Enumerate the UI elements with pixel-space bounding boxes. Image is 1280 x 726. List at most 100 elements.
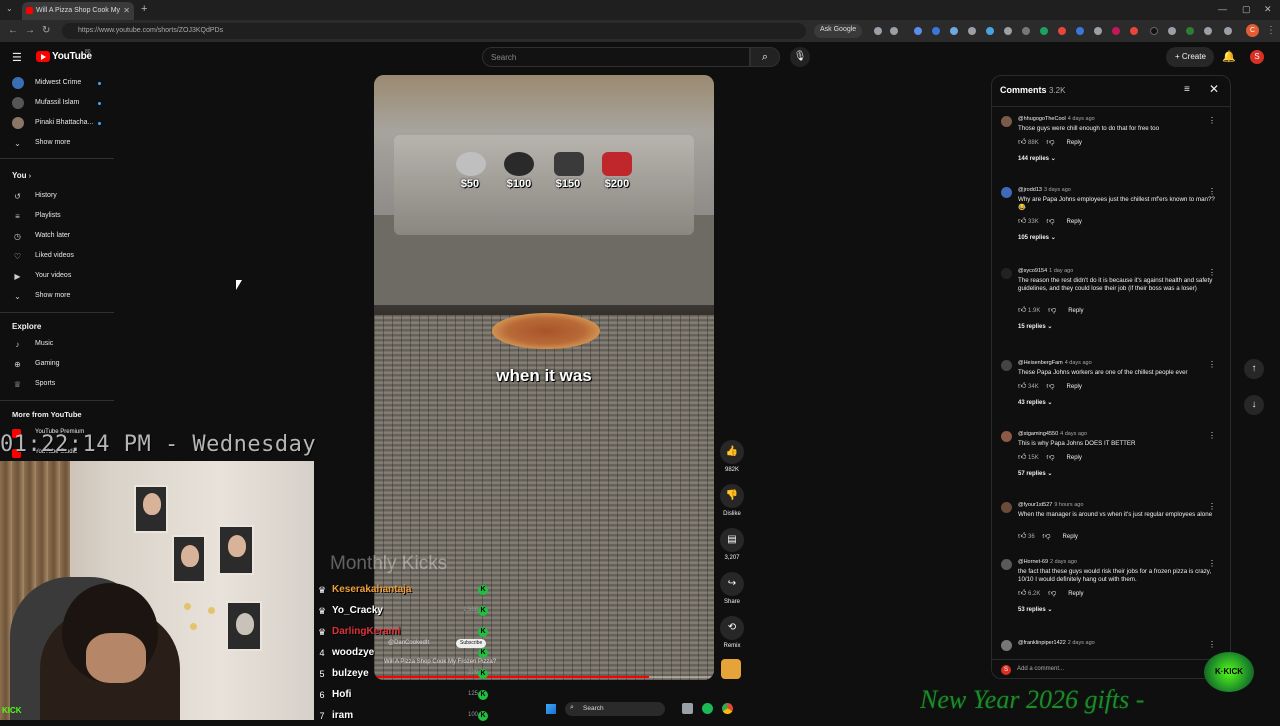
comment-author[interactable]: @syco9154 <box>1018 268 1047 274</box>
comment-author[interactable]: @stgaming4550 <box>1018 431 1058 437</box>
comment-icon[interactable]: ▤ <box>720 528 744 552</box>
chrome-icon[interactable] <box>722 703 733 714</box>
extension-icon[interactable] <box>1022 27 1030 35</box>
view-replies-button[interactable]: 57 replies ⌄ <box>1018 470 1052 477</box>
ask-google-button[interactable]: Ask Google <box>814 24 863 38</box>
spotify-icon[interactable] <box>702 703 713 714</box>
thumbs-up-icon[interactable]: 👍︎ <box>1018 137 1026 146</box>
reload-icon[interactable]: ↻ <box>42 25 50 36</box>
search-button[interactable]: ⌕ <box>750 47 780 67</box>
view-replies-button[interactable]: 15 replies ⌄ <box>1018 323 1052 330</box>
avatar[interactable] <box>1001 502 1012 513</box>
thumbs-down-icon[interactable]: 👎︎ <box>1046 452 1054 461</box>
search-input[interactable]: Search <box>482 47 750 67</box>
share-icon[interactable]: ↪ <box>720 572 744 596</box>
bookmark-star-icon[interactable] <box>890 27 898 35</box>
thumbs-down-icon[interactable]: 👎 <box>720 484 744 508</box>
minimize-icon[interactable]: — <box>1218 4 1227 14</box>
extensions-puzzle-icon[interactable] <box>1204 27 1212 35</box>
extension-icon[interactable] <box>1168 27 1176 35</box>
thumbs-up-icon[interactable]: 👍 <box>720 440 744 464</box>
remix-icon[interactable]: ⟲ <box>720 616 744 640</box>
thumbs-down-icon[interactable]: 👎︎ <box>1046 381 1054 390</box>
extension-icon[interactable] <box>1112 27 1120 35</box>
thumbs-up-icon[interactable]: 👍︎ <box>1018 588 1026 597</box>
remix-action[interactable]: ⟲ Remix <box>720 616 744 649</box>
close-window-icon[interactable]: ✕ <box>1264 4 1272 15</box>
notifications-bell-icon[interactable]: 🔔 <box>1222 50 1236 63</box>
maximize-icon[interactable]: ▢ <box>1242 4 1251 15</box>
downloads-icon[interactable] <box>1224 27 1232 35</box>
account-avatar[interactable]: S <box>1250 50 1264 64</box>
extension-icon[interactable] <box>1076 27 1084 35</box>
sound-thumbnail[interactable] <box>721 659 741 679</box>
voice-search-button[interactable]: 🎙 <box>790 47 810 67</box>
thumbs-up-icon[interactable]: 👍︎ <box>1018 381 1026 390</box>
reply-button[interactable]: Reply <box>1067 219 1082 225</box>
more-actions-icon[interactable]: ⋮ <box>1208 360 1216 369</box>
more-actions-icon[interactable]: ⋮ <box>1208 640 1216 649</box>
avatar[interactable] <box>1001 431 1012 442</box>
extension-icon[interactable] <box>1004 27 1012 35</box>
previous-short-button[interactable]: ↑ <box>1244 359 1264 379</box>
thumbs-down-icon[interactable]: 👎︎ <box>1042 531 1050 540</box>
extension-icon[interactable] <box>950 27 958 35</box>
view-replies-button[interactable]: 144 replies ⌄ <box>1018 155 1056 162</box>
youtube-logo-icon[interactable] <box>36 51 50 62</box>
extension-icon[interactable] <box>1150 27 1158 35</box>
avatar[interactable] <box>1001 360 1012 371</box>
thumbs-up-icon[interactable]: 👍︎ <box>1018 452 1026 461</box>
reply-button[interactable]: Reply <box>1067 384 1082 390</box>
comment-author[interactable]: @jrodd13 <box>1018 187 1042 193</box>
you-section-heading[interactable]: You › <box>12 171 31 180</box>
comment-author[interactable]: @Hornet-69 <box>1018 559 1048 565</box>
view-replies-button[interactable]: 53 replies ⌄ <box>1018 606 1052 613</box>
extension-icon[interactable] <box>1186 27 1194 35</box>
avatar[interactable] <box>1001 268 1012 279</box>
thumbs-up-icon[interactable]: 👍︎ <box>1018 531 1026 540</box>
extension-icon[interactable] <box>968 27 976 35</box>
extension-icon[interactable] <box>914 27 922 35</box>
screen-cast-icon[interactable] <box>874 27 882 35</box>
extension-icon[interactable] <box>1040 27 1048 35</box>
sort-icon[interactable]: ≡ <box>1184 84 1190 95</box>
close-icon[interactable]: ✕ <box>1209 82 1219 96</box>
browser-tab[interactable]: Will A Pizza Shop Cook My ✕ <box>22 2 134 20</box>
extension-icon[interactable] <box>932 27 940 35</box>
more-actions-icon[interactable]: ⋮ <box>1208 559 1216 568</box>
thumbs-down-icon[interactable]: 👎︎ <box>1048 588 1056 597</box>
windows-start-icon[interactable] <box>546 704 556 714</box>
close-tab-icon[interactable]: ✕ <box>123 6 130 15</box>
thumbs-down-icon[interactable]: 👎︎ <box>1046 137 1054 146</box>
more-actions-icon[interactable]: ⋮ <box>1208 502 1216 511</box>
comments-action[interactable]: ▤ 3,207 <box>720 528 744 561</box>
file-explorer-icon[interactable] <box>682 703 693 714</box>
view-replies-button[interactable]: 105 replies ⌄ <box>1018 234 1056 241</box>
reply-button[interactable]: Reply <box>1067 455 1082 461</box>
avatar[interactable] <box>1001 116 1012 127</box>
new-tab-icon[interactable]: + <box>141 3 147 15</box>
thumbs-down-icon[interactable]: 👎︎ <box>1048 305 1056 314</box>
add-comment-field[interactable]: S Add a comment... <box>992 659 1230 678</box>
more-actions-icon[interactable]: ⋮ <box>1208 431 1216 440</box>
dislike-action[interactable]: 👎 Dislike <box>720 484 744 517</box>
taskbar-search[interactable]: ⌕ Search <box>565 702 665 716</box>
browser-profile-avatar[interactable]: C <box>1246 24 1259 37</box>
extension-icon[interactable] <box>1094 27 1102 35</box>
create-button[interactable]: + Create <box>1166 47 1214 67</box>
reply-button[interactable]: Reply <box>1068 591 1083 597</box>
reply-button[interactable]: Reply <box>1068 308 1083 314</box>
reply-button[interactable]: Reply <box>1063 534 1078 540</box>
comment-author[interactable]: @HeisenbergFam <box>1018 360 1063 366</box>
back-icon[interactable]: ← <box>8 25 18 36</box>
more-actions-icon[interactable]: ⋮ <box>1208 116 1216 125</box>
comment-author[interactable]: @fyour1st527 <box>1018 502 1052 508</box>
next-short-button[interactable]: ↓ <box>1244 395 1264 415</box>
like-action[interactable]: 👍 982K <box>720 440 744 473</box>
more-actions-icon[interactable]: ⋮ <box>1208 187 1216 196</box>
extension-icon[interactable] <box>1058 27 1066 35</box>
browser-menu-icon[interactable]: ⋮ <box>1266 25 1276 36</box>
reply-button[interactable]: Reply <box>1067 140 1082 146</box>
tab-search-icon[interactable]: ⌄ <box>6 4 13 13</box>
thumbs-up-icon[interactable]: 👍︎ <box>1018 305 1026 314</box>
